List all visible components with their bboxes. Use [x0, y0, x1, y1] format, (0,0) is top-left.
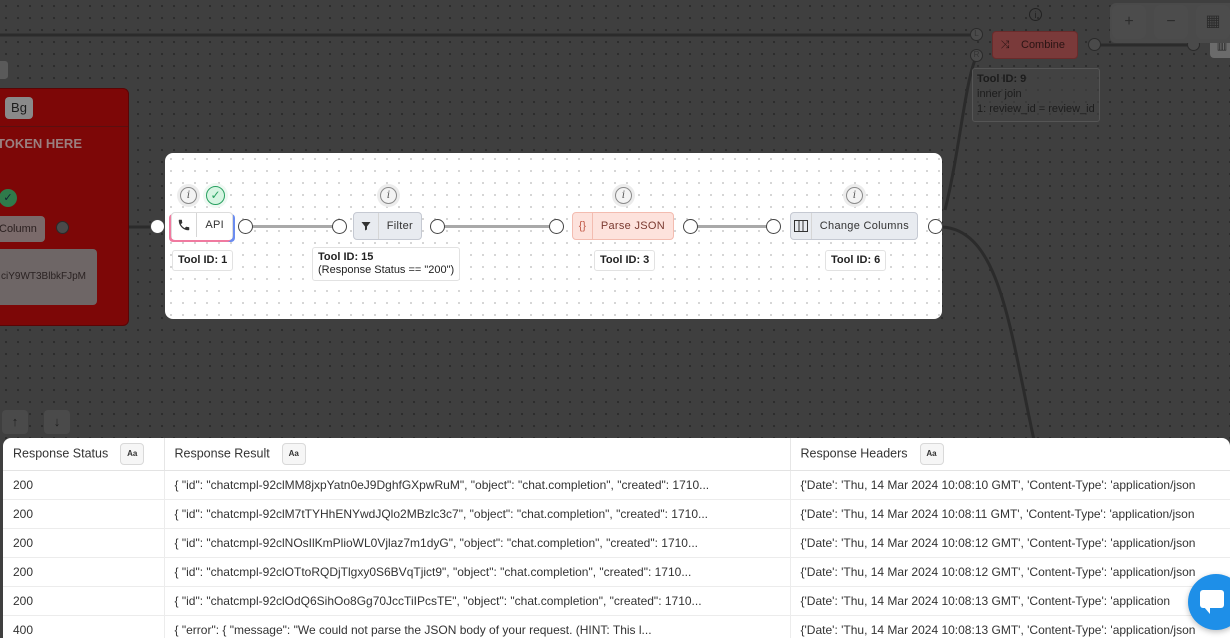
- map-icon[interactable]: ▦: [1196, 5, 1230, 39]
- parse-tool-info: Tool ID: 3: [594, 250, 655, 271]
- cell-headers[interactable]: {'Date': 'Thu, 14 Mar 2024 10:08:11 GMT'…: [790, 500, 1230, 529]
- api-tool-info: Tool ID: 1: [172, 250, 233, 271]
- parse-input-handle[interactable]: [549, 219, 564, 234]
- filter-node-label: Filter: [379, 220, 421, 232]
- text-type-icon[interactable]: Aa: [282, 443, 306, 465]
- check-icon: ✓: [0, 189, 17, 207]
- table-row[interactable]: 200 { "id": "chatcmpl-92clOdQ6SihOo8Gg70…: [3, 587, 1230, 616]
- column-header-response-result[interactable]: Response ResultAa: [164, 438, 790, 471]
- table-row[interactable]: 200 { "id": "chatcmpl-92clM7tTYHhENYwdJQ…: [3, 500, 1230, 529]
- chat-icon: [1200, 590, 1224, 608]
- table-header-row: Response StatusAa Response ResultAa Resp…: [3, 438, 1230, 471]
- filter-icon: [354, 213, 379, 239]
- edge-api-filter: [252, 225, 342, 228]
- cell-status[interactable]: 200: [3, 558, 164, 587]
- cell-result[interactable]: { "id": "chatcmpl-92clOTtoRQDjTlgxy0S6BV…: [164, 558, 790, 587]
- api-tool-id: Tool ID: 1: [178, 254, 227, 266]
- cell-headers[interactable]: {'Date': 'Thu, 14 Mar 2024 10:08:12 GMT'…: [790, 558, 1230, 587]
- combine-left-handle[interactable]: L: [970, 28, 983, 41]
- cell-status[interactable]: 400: [3, 616, 164, 638]
- column-output-handle[interactable]: [56, 221, 69, 234]
- table-row[interactable]: 200 { "id": "chatcmpl-92clOTtoRQDjTlgxy0…: [3, 558, 1230, 587]
- api-node[interactable]: API: [171, 212, 233, 240]
- cell-headers[interactable]: {'Date': 'Thu, 14 Mar 2024 10:08:13 GMT'…: [790, 616, 1230, 638]
- cell-status[interactable]: 200: [3, 529, 164, 558]
- cell-status[interactable]: 200: [3, 500, 164, 529]
- column-label: Column: [0, 223, 37, 235]
- bg-color-button[interactable]: Bg: [5, 97, 33, 119]
- change-columns-node-label: Change Columns: [812, 220, 917, 232]
- cell-headers[interactable]: {'Date': 'Thu, 14 Mar 2024 10:08:12 GMT'…: [790, 529, 1230, 558]
- change-input-handle[interactable]: [766, 219, 781, 234]
- edge-parse-change: [697, 225, 775, 228]
- table-row[interactable]: 200 { "id": "chatcmpl-92clMM8jxpYatn0eJ9…: [3, 471, 1230, 500]
- combine-output-handle[interactable]: [1088, 38, 1101, 51]
- change-columns-node[interactable]: Change Columns: [790, 212, 918, 240]
- cell-result[interactable]: { "id": "chatcmpl-92clNOsIlKmPlioWL0Vjla…: [164, 529, 790, 558]
- highlighted-workflow: i ✓ i i i API Filter {} Parse JSON Chang…: [165, 153, 942, 319]
- filter-condition: (Response Status == "200"): [318, 264, 454, 277]
- column-header-response-status[interactable]: Response StatusAa: [3, 438, 164, 471]
- filter-tool-id: Tool ID: 15: [318, 251, 373, 263]
- parse-info-icon[interactable]: i: [615, 187, 632, 204]
- column-header-response-headers[interactable]: Response HeadersAa: [790, 438, 1230, 471]
- filter-tool-info: Tool ID: 15 (Response Status == "200"): [312, 247, 460, 281]
- filter-input-handle[interactable]: [332, 219, 347, 234]
- table-row[interactable]: 400 { "error": { "message": "We could no…: [3, 616, 1230, 638]
- zoom-out-button[interactable]: −: [1154, 5, 1188, 39]
- combine-info-icon[interactable]: i: [1029, 8, 1042, 21]
- parse-json-node-label: Parse JSON: [593, 220, 673, 232]
- zoom-in-button[interactable]: +: [1112, 5, 1146, 39]
- text-input-node[interactable]: Bg TOKEN HERE ✓ Column ciY9WT3BlbkFJpM: [0, 88, 129, 326]
- cell-result[interactable]: { "id": "chatcmpl-92clOdQ6SihOo8Gg70JccT…: [164, 587, 790, 616]
- cell-result[interactable]: { "id": "chatcmpl-92clMM8jxpYatn0eJ9Dghf…: [164, 471, 790, 500]
- scroll-down-button[interactable]: ↓: [44, 410, 70, 434]
- api-input-handle[interactable]: [150, 219, 165, 234]
- node-divider: [0, 126, 128, 127]
- filter-output-handle[interactable]: [430, 219, 445, 234]
- columns-icon: [791, 213, 812, 239]
- parse-json-node[interactable]: {} Parse JSON: [572, 212, 674, 240]
- combine-tool-id: Tool ID: 9: [977, 73, 1026, 85]
- cell-result[interactable]: { "id": "chatcmpl-92clM7tTYHhENYwdJQlo2M…: [164, 500, 790, 529]
- api-success-check-icon: ✓: [206, 186, 225, 205]
- change-info-icon[interactable]: i: [846, 187, 863, 204]
- combine-tool-info: Tool ID: 9 inner join 1: review_id = rev…: [972, 68, 1100, 122]
- column-node[interactable]: Column: [0, 216, 45, 242]
- text-type-icon[interactable]: Aa: [120, 443, 144, 465]
- phone-icon: [172, 213, 197, 237]
- parse-tool-id: Tool ID: 3: [600, 254, 649, 266]
- parse-output-handle[interactable]: [683, 219, 698, 234]
- api-info-icon[interactable]: i: [180, 187, 197, 204]
- token-value-box[interactable]: ciY9WT3BlbkFJpM: [0, 249, 97, 305]
- combine-right-handle[interactable]: R: [970, 49, 983, 62]
- cell-headers[interactable]: {'Date': 'Thu, 14 Mar 2024 10:08:10 GMT'…: [790, 471, 1230, 500]
- combine-node[interactable]: ⤨Combine: [992, 31, 1078, 59]
- change-tool-info: Tool ID: 6: [825, 250, 886, 271]
- change-tool-id: Tool ID: 6: [831, 254, 880, 266]
- token-placeholder-text: TOKEN HERE: [0, 136, 82, 151]
- change-output-handle[interactable]: [928, 219, 943, 234]
- scroll-up-button[interactable]: ↑: [2, 410, 28, 434]
- cell-headers[interactable]: {'Date': 'Thu, 14 Mar 2024 10:08:13 GMT'…: [790, 587, 1230, 616]
- combine-condition: 1: review_id = review_id: [977, 102, 1095, 117]
- filter-node[interactable]: Filter: [353, 212, 422, 240]
- combine-label: Combine: [1017, 39, 1065, 51]
- cell-result[interactable]: { "error": { "message": "We could not pa…: [164, 616, 790, 638]
- cell-status[interactable]: 200: [3, 587, 164, 616]
- results-table-panel: Response StatusAa Response ResultAa Resp…: [3, 438, 1230, 638]
- combine-join-type: inner join: [977, 87, 1095, 102]
- filter-info-icon[interactable]: i: [380, 187, 397, 204]
- api-output-handle[interactable]: [238, 219, 253, 234]
- edge-filter-parse: [444, 225, 554, 228]
- cell-status[interactable]: 200: [3, 471, 164, 500]
- merge-icon: ⤨: [993, 32, 1017, 58]
- braces-icon: {}: [573, 213, 593, 239]
- text-type-icon[interactable]: Aa: [920, 443, 944, 465]
- results-table: Response StatusAa Response ResultAa Resp…: [3, 438, 1230, 638]
- table-row[interactable]: 200 { "id": "chatcmpl-92clNOsIlKmPlioWL0…: [3, 529, 1230, 558]
- collapse-handle[interactable]: [0, 61, 8, 79]
- api-node-label: API: [197, 219, 232, 231]
